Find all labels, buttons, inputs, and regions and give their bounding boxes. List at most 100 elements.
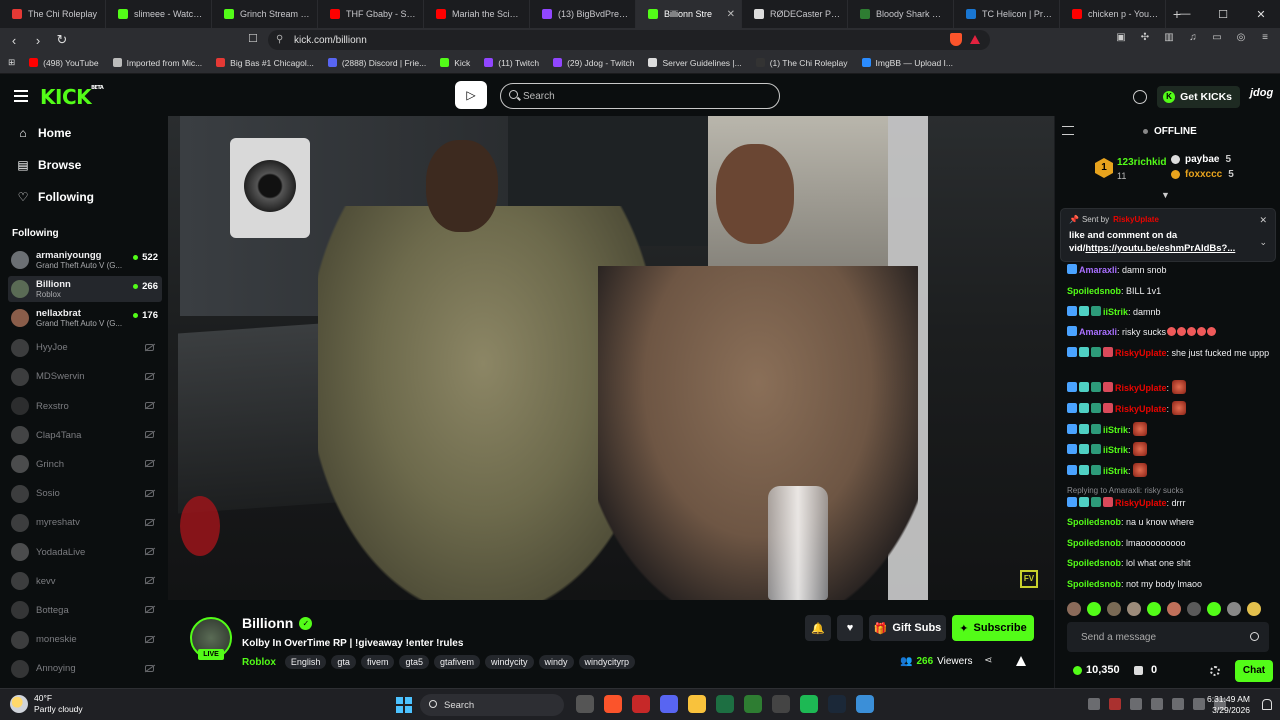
leaderboard-expand-icon[interactable]: ▼	[1161, 190, 1170, 200]
follow-heart-button[interactable]: ♥	[837, 615, 863, 641]
sidebar-channel[interactable]: MDSwervin	[8, 364, 162, 390]
kick-logo[interactable]: KICKBETA	[40, 85, 104, 109]
settings-gear-icon[interactable]	[1210, 666, 1220, 676]
chat-username[interactable]: Amaraxli	[1079, 265, 1117, 275]
bookmark-item[interactable]: (498) YouTube	[29, 58, 99, 68]
sidebar-channel[interactable]: moneskie	[8, 627, 162, 653]
apps-icon[interactable]: ⊞	[8, 57, 15, 68]
bookmark-item[interactable]: Imported from Mic...	[112, 58, 202, 68]
windows-start-icon[interactable]	[396, 697, 412, 713]
stream-tag[interactable]: gtafivem	[433, 655, 480, 669]
bookmark-item[interactable]: Big Bas #1 Chicagol...	[216, 58, 314, 68]
subscribe-button[interactable]: ✦ Subscribe	[952, 615, 1034, 641]
chat-username[interactable]: Spoiledsnob	[1067, 558, 1121, 568]
chat-username[interactable]: iiStrik	[1103, 445, 1128, 455]
minimize-icon[interactable]: —	[1166, 8, 1204, 20]
emote-icon[interactable]	[1187, 602, 1201, 616]
vpn-icon[interactable]: ◎	[1234, 32, 1248, 46]
sidebar-channel[interactable]: HyyJoe	[8, 335, 162, 361]
mic-icon[interactable]	[1130, 698, 1142, 710]
bookmark-item[interactable]: (29) Jdog - Twitch	[553, 58, 634, 68]
emote-icon[interactable]	[1247, 602, 1261, 616]
share-icon[interactable]: ⋖	[984, 655, 992, 666]
chat-input[interactable]: Send a message	[1067, 622, 1269, 652]
excel-icon[interactable]	[716, 695, 734, 713]
weather-widget[interactable]: 40°F Partly cloudy	[10, 693, 83, 715]
notifications-icon[interactable]	[1133, 90, 1148, 104]
unpin-icon[interactable]: ✕	[1259, 215, 1267, 226]
stream-tag[interactable]: gta	[331, 655, 356, 669]
sidebar-channel[interactable]: Bottega	[8, 597, 162, 623]
gift-count[interactable]: 0	[1134, 664, 1157, 676]
tray-app-icon[interactable]	[1109, 698, 1121, 710]
emoji-icon[interactable]	[1250, 632, 1259, 641]
chat-username[interactable]: RiskyUpIate	[1115, 383, 1167, 393]
chat-username[interactable]: iiStrik	[1103, 466, 1128, 476]
stream-tag[interactable]: gta5	[399, 655, 429, 669]
chat-username[interactable]: Spoiledsnob	[1067, 538, 1121, 548]
browser-tab[interactable]: Billionn Stre ✕	[636, 0, 742, 28]
stream-tag[interactable]: windycityrp	[578, 655, 636, 669]
sidebar-channel[interactable]: kevv	[8, 568, 162, 594]
sidebar-channel[interactable]: Rexstro	[8, 393, 162, 419]
sidebar-channel[interactable]: armaniyoungg Grand Theft Auto V (G... 522	[8, 247, 162, 273]
bookmark-item[interactable]: Kick	[440, 58, 470, 68]
collapse-chat-icon[interactable]	[1062, 126, 1074, 135]
discord-icon[interactable]	[660, 695, 678, 713]
video-player[interactable]: FV	[168, 116, 1054, 600]
steam-icon[interactable]	[828, 695, 846, 713]
sidebar-channel[interactable]: Grinch	[8, 451, 162, 477]
wallet-icon[interactable]: ▭	[1210, 32, 1224, 46]
stream-tag[interactable]: windy	[538, 655, 574, 669]
url-field[interactable]: ⚲ kick.com/billionn	[268, 30, 990, 50]
browser-tab[interactable]: slimeee - Watch clip	[106, 0, 212, 28]
taskbar-search[interactable]: Search	[420, 694, 564, 716]
chevron-down-icon[interactable]: ⌄	[1259, 237, 1267, 248]
stream-tag[interactable]: windycity	[485, 655, 534, 669]
get-kicks-button[interactable]: K Get KICKs	[1157, 86, 1240, 108]
app-blue-icon[interactable]	[856, 695, 874, 713]
bookmark-item[interactable]: ImgBB — Upload I...	[861, 58, 953, 68]
chat-username[interactable]: Spoiledsnob	[1067, 579, 1121, 589]
chat-username[interactable]: RiskyUpIate	[1115, 404, 1167, 414]
app-tray-icon[interactable]	[1151, 698, 1163, 710]
sidebar-channel[interactable]: YodadaLive	[8, 539, 162, 565]
browser-tab[interactable]: The Chi Roleplay	[0, 0, 106, 28]
stream-tag[interactable]: fivem	[360, 655, 395, 669]
sidebar-channel[interactable]: nellaxbrat Grand Theft Auto V (G... 176	[8, 305, 162, 331]
app-green-icon[interactable]	[744, 695, 762, 713]
emote-icon[interactable]	[1067, 602, 1081, 616]
close-window-icon[interactable]: ✕	[1242, 8, 1280, 21]
bookmark-item[interactable]: Server Guidelines |...	[648, 58, 742, 68]
tab-close-icon[interactable]: ✕	[723, 9, 735, 20]
battery-icon[interactable]	[1172, 698, 1184, 710]
wifi-icon[interactable]	[1193, 698, 1205, 710]
pinned-link[interactable]: https://youtu.be/eshmPrAldBs?...	[1085, 243, 1235, 254]
browser-tab[interactable]: RØDECaster Pro | P	[742, 0, 848, 28]
emote-icon[interactable]	[1227, 602, 1241, 616]
emote-icon[interactable]	[1207, 602, 1221, 616]
chat-username[interactable]: iiStrik	[1103, 307, 1128, 317]
music-icon[interactable]: ♫	[1186, 32, 1200, 46]
task-view-icon[interactable]	[576, 695, 594, 713]
chat-username[interactable]: RiskyUpIate	[1115, 498, 1167, 508]
notify-bell-button[interactable]: 🔔	[805, 615, 831, 641]
vod-icon[interactable]: ▷	[455, 81, 487, 109]
chat-username[interactable]: RiskyUpIate	[1115, 348, 1167, 358]
site-info-icon[interactable]: ⚲	[276, 34, 283, 45]
stream-tag[interactable]: English	[284, 655, 327, 669]
reload-icon[interactable]: ↻	[52, 32, 72, 48]
extension-icon[interactable]: ▣	[1114, 32, 1128, 46]
browser-tab[interactable]: TC Helicon | Produc	[954, 0, 1060, 28]
back-icon[interactable]: ‹	[4, 33, 24, 48]
leaderboard-user[interactable]: foxxccc 5	[1171, 169, 1234, 180]
browser-tab[interactable]: THF Gbaby - SCOO	[318, 0, 424, 28]
browser-tab[interactable]: (13) BigBvdPretty -	[530, 0, 636, 28]
browser-tab[interactable]: Mariah the Scientist	[424, 0, 530, 28]
emote-icon[interactable]	[1167, 602, 1181, 616]
nav-browse[interactable]: ▤ Browse	[16, 158, 81, 172]
sidebar-channel[interactable]: myreshatv	[8, 510, 162, 536]
bookmark-item[interactable]: (11) Twitch	[484, 58, 539, 68]
nav-home[interactable]: ⌂ Home	[16, 126, 71, 140]
report-icon[interactable]	[1016, 656, 1026, 666]
